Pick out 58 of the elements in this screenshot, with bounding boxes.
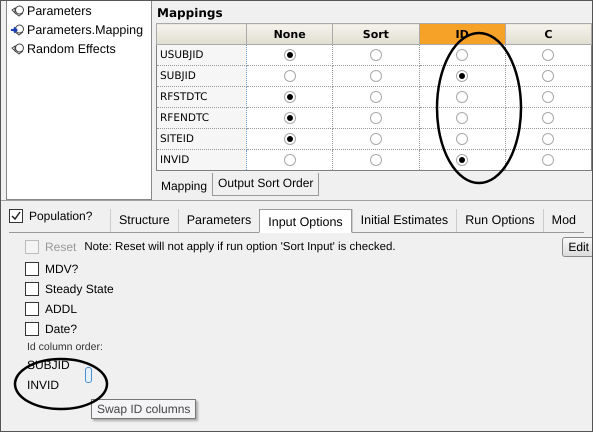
radio-button[interactable]	[284, 49, 296, 62]
checkbox-label: Population?	[29, 209, 92, 223]
radio-button[interactable]	[370, 154, 382, 166]
column-header[interactable]: Sort	[332, 24, 419, 44]
tooltip: Swap ID columns	[91, 399, 196, 419]
edit-button[interactable]: Edit	[562, 237, 592, 257]
radio-button[interactable]	[542, 112, 554, 124]
tab[interactable]: Output Sort Order	[212, 173, 320, 196]
checkbox-label: MDV?	[45, 262, 78, 276]
check-icon	[11, 211, 21, 221]
tab[interactable]: Input Options	[259, 209, 352, 233]
radio-button[interactable]	[542, 49, 554, 62]
checkbox[interactable]	[25, 302, 39, 316]
checkbox-label: ADDL	[45, 302, 78, 316]
tree-item[interactable]: Random Effects	[27, 42, 116, 56]
checkbox-label: Date?	[45, 322, 78, 336]
section-title: Mappings	[156, 5, 224, 22]
radio-button[interactable]	[370, 133, 382, 146]
radio-button[interactable]	[542, 91, 554, 104]
radio-button[interactable]	[370, 70, 382, 82]
column-header[interactable]: None	[246, 24, 333, 44]
radio-button[interactable]	[456, 133, 468, 146]
radio-button[interactable]	[370, 91, 382, 104]
tab[interactable]: Parameters	[178, 209, 260, 232]
list-item: INVID	[27, 378, 60, 392]
tree-item[interactable]: Parameters	[27, 4, 92, 18]
radio-button[interactable]	[284, 70, 296, 82]
table-cell: SUBJID	[156, 66, 246, 86]
swap-button[interactable]	[85, 367, 92, 383]
radio-button[interactable]	[456, 70, 468, 82]
table-cell: INVID	[156, 150, 246, 170]
radio-button[interactable]	[456, 154, 468, 166]
table-cell: USUBJID	[156, 44, 246, 66]
radio-button[interactable]	[370, 112, 382, 124]
column-header[interactable]: C	[505, 24, 592, 44]
checkbox-label: Steady State	[45, 282, 114, 296]
tree-item[interactable]: Parameters.Mapping	[27, 22, 144, 36]
radio-button[interactable]	[284, 91, 296, 104]
note-text: Note: Reset will not apply if run option 'Sort Input' is checked.	[84, 241, 397, 253]
radio-button[interactable]	[456, 112, 468, 124]
radio-button[interactable]	[542, 70, 554, 82]
table-cell: RFSTDTC	[156, 86, 246, 108]
radio-button[interactable]	[284, 133, 296, 146]
checkbox[interactable]	[25, 262, 39, 276]
radio-button[interactable]	[370, 49, 382, 62]
checkbox[interactable]	[25, 282, 39, 296]
radio-button[interactable]	[542, 154, 554, 166]
checkbox[interactable]	[25, 322, 39, 336]
radio-button[interactable]	[542, 133, 554, 146]
checkbox[interactable]	[9, 209, 23, 223]
checkbox-label: Reset	[45, 240, 76, 254]
radio-button[interactable]	[284, 112, 296, 124]
field-label: Id column order:	[27, 341, 103, 353]
table-cell: RFENDTC	[156, 108, 246, 128]
radio-button[interactable]	[456, 49, 468, 62]
radio-button[interactable]	[284, 154, 296, 166]
radio-button[interactable]	[456, 91, 468, 104]
table-cell: SITEID	[156, 128, 246, 150]
